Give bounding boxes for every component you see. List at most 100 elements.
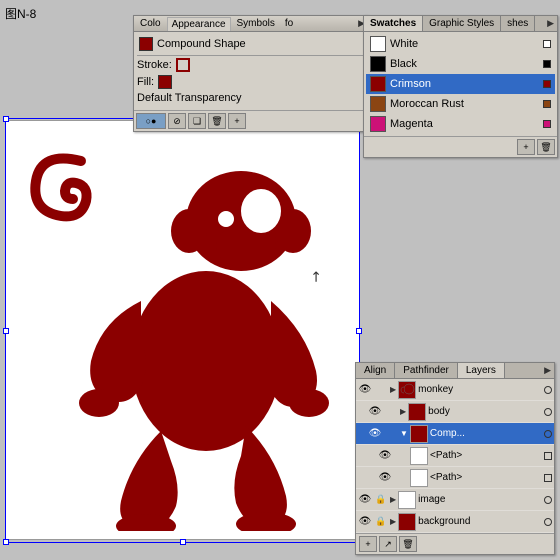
swatch-name-crimson: Crimson xyxy=(390,78,539,90)
swatch-color-crimson xyxy=(370,76,386,92)
layer-path1[interactable]: 👁 <Path> xyxy=(356,445,554,467)
expand-comp[interactable]: ▼ xyxy=(400,429,408,438)
eye-image[interactable]: 👁 xyxy=(358,493,372,507)
stroke-label: Stroke: xyxy=(137,59,172,71)
layers-expand[interactable]: ▶ xyxy=(541,363,554,378)
eye-body[interactable]: 👁 xyxy=(368,405,382,419)
tab-layers[interactable]: Layers xyxy=(458,363,505,378)
dot-bg xyxy=(544,518,552,526)
compound-color-swatch xyxy=(139,37,153,51)
lock-bg[interactable]: 🔒 xyxy=(374,515,388,529)
layer-monkey[interactable]: 👁 ▶ monkey xyxy=(356,379,554,401)
tab-align[interactable]: Align xyxy=(356,363,395,378)
swatch-color-magenta xyxy=(370,116,386,132)
compound-shape-row: Compound Shape xyxy=(137,35,364,53)
layers-panel: Align Pathfinder Layers ▶ 👁 ▶ monkey 👁 xyxy=(355,362,555,555)
layer-monkey-name: monkey xyxy=(418,384,542,395)
swatch-moroccan-rust[interactable]: Moroccan Rust xyxy=(366,94,555,114)
layer-background[interactable]: 👁 🔒 ▶ background xyxy=(356,511,554,533)
stroke-icon xyxy=(176,58,190,72)
dot-body xyxy=(544,408,552,416)
eye-comp[interactable]: 👁 xyxy=(368,427,382,441)
tab-pathfinder[interactable]: Pathfinder xyxy=(395,363,458,378)
eye-path2[interactable]: 👁 xyxy=(378,471,392,485)
layer-path1-name: <Path> xyxy=(430,450,542,461)
swatch-name-magenta: Magenta xyxy=(390,118,539,130)
layer-body[interactable]: 👁 ▶ body xyxy=(356,401,554,423)
layer-bg-name: background xyxy=(418,516,542,527)
expand-monkey[interactable]: ▶ xyxy=(390,385,396,394)
thumb-path1 xyxy=(410,447,428,465)
swatch-white[interactable]: White xyxy=(366,34,555,54)
swatch-ind-crimson xyxy=(543,80,551,88)
tab-fo[interactable]: fo xyxy=(281,17,297,30)
thumb-path2 xyxy=(410,469,428,487)
figure-label: 图N-8 xyxy=(5,5,36,22)
swatches-expand[interactable]: ▶ xyxy=(544,16,557,31)
move-selection-btn[interactable]: ↗ xyxy=(379,536,397,552)
layer-image-name: image xyxy=(418,494,542,505)
swatch-ind-black xyxy=(543,60,551,68)
delete-layer-btn[interactable]: 🗑 xyxy=(399,536,417,552)
tab-symbols[interactable]: Symbols xyxy=(233,17,279,30)
transparency-label: Default Transparency xyxy=(137,92,242,104)
appearance-panel: Colo Appearance Symbols fo ▶ Compound Sh… xyxy=(133,15,368,132)
swatch-name-white: White xyxy=(390,38,539,50)
lock-comp[interactable] xyxy=(384,427,398,441)
swatch-black[interactable]: Black xyxy=(366,54,555,74)
delete-btn[interactable]: 🗑 xyxy=(208,113,226,129)
swatch-ind-moroccan xyxy=(543,100,551,108)
swatches-tabs: Swatches Graphic Styles shes ▶ xyxy=(364,16,557,32)
swatch-magenta[interactable]: Magenta xyxy=(366,114,555,134)
thumb-comp xyxy=(410,425,428,443)
swatch-crimson[interactable]: Crimson xyxy=(366,74,555,94)
canvas-area: 图N-8 xyxy=(0,0,560,560)
clear-btn[interactable]: ⊘ xyxy=(168,113,186,129)
layers-toolbar: + ↗ 🗑 xyxy=(356,533,554,554)
square-path1 xyxy=(544,452,552,460)
monkey-silhouette xyxy=(21,131,351,531)
layer-path2-name: <Path> xyxy=(430,472,542,483)
new-layer-btn[interactable]: + xyxy=(359,536,377,552)
add-btn[interactable]: + xyxy=(228,113,246,129)
lock-image[interactable]: 🔒 xyxy=(374,493,388,507)
expand-image[interactable]: ▶ xyxy=(390,495,396,504)
square-path2 xyxy=(544,474,552,482)
fill-label: Fill: xyxy=(137,76,154,88)
layers-content: 👁 ▶ monkey 👁 ▶ body 👁 xyxy=(356,379,554,533)
toggle-btn[interactable]: ○● xyxy=(136,113,166,129)
swatch-nav: + 🗑 xyxy=(364,136,557,157)
swatches-panel: Swatches Graphic Styles shes ▶ White Bla… xyxy=(363,15,558,158)
separator-1 xyxy=(137,55,364,56)
eye-monkey[interactable]: 👁 xyxy=(358,383,372,397)
appearance-toolbar: ○● ⊘ ❏ 🗑 + xyxy=(134,110,367,131)
compound-shape-label: Compound Shape xyxy=(157,38,246,50)
expand-bg[interactable]: ▶ xyxy=(390,517,396,526)
thumb-monkey xyxy=(398,381,416,399)
tab-appearance[interactable]: Appearance xyxy=(167,17,231,31)
eye-bg[interactable]: 👁 xyxy=(358,515,372,529)
lock-path2[interactable] xyxy=(394,471,408,485)
swatch-ind-magenta xyxy=(543,120,551,128)
swatch-name-moroccan: Moroccan Rust xyxy=(390,98,539,110)
fill-row: Fill: xyxy=(137,75,364,89)
duplicate-btn[interactable]: ❏ xyxy=(188,113,206,129)
swatch-new-btn[interactable]: + xyxy=(517,139,535,155)
stroke-row: Stroke: xyxy=(137,58,364,72)
expand-body[interactable]: ▶ xyxy=(400,407,406,416)
swatch-color-black xyxy=(370,56,386,72)
thumb-image xyxy=(398,491,416,509)
layer-image[interactable]: 👁 🔒 ▶ image xyxy=(356,489,554,511)
eye-path1[interactable]: 👁 xyxy=(378,449,392,463)
swatch-ind-white xyxy=(543,40,551,48)
lock-monkey[interactable] xyxy=(374,383,388,397)
tab-graphic-styles[interactable]: Graphic Styles xyxy=(423,16,501,31)
swatch-delete-btn[interactable]: 🗑 xyxy=(537,139,555,155)
tab-swatches[interactable]: Swatches xyxy=(364,16,423,31)
layer-comp[interactable]: 👁 ▼ Comp... xyxy=(356,423,554,445)
lock-path1[interactable] xyxy=(394,449,408,463)
lock-body[interactable] xyxy=(384,405,398,419)
layer-path2[interactable]: 👁 <Path> xyxy=(356,467,554,489)
tab-shes[interactable]: shes xyxy=(501,16,535,31)
tab-color[interactable]: Colo xyxy=(136,17,165,30)
